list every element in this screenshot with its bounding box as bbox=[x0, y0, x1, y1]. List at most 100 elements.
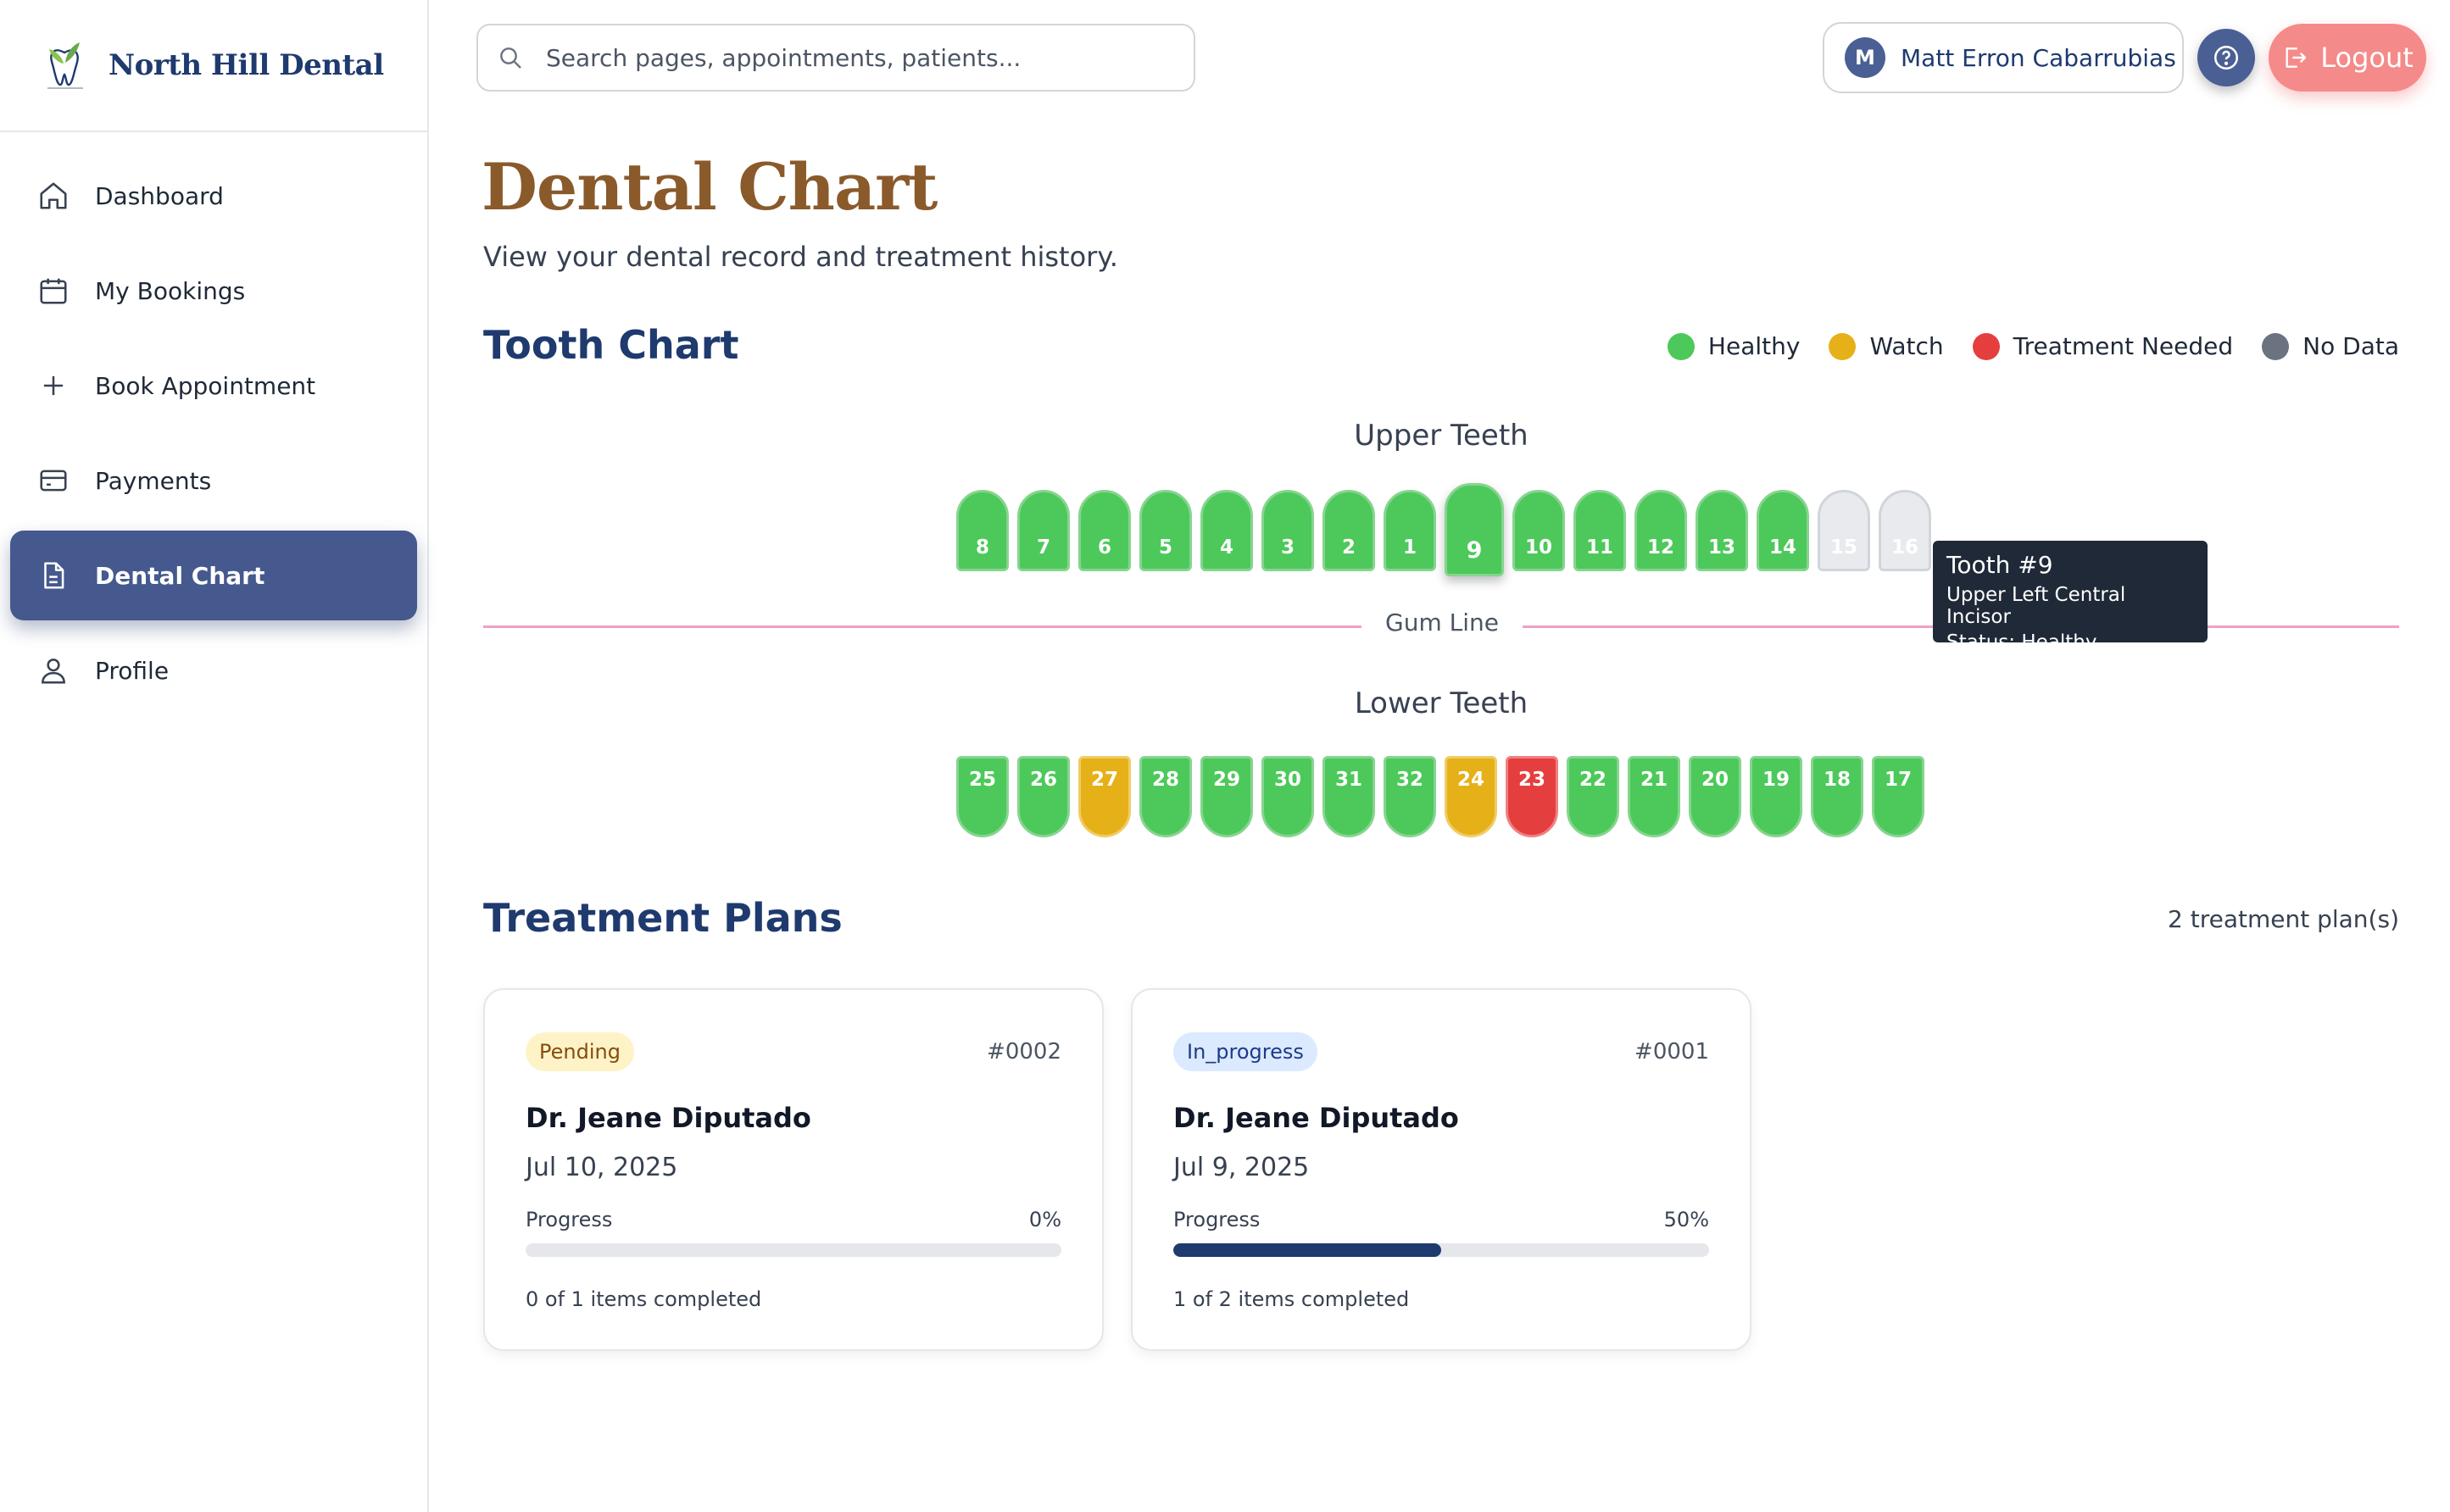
tooltip-tooth-name: Upper Left Central Incisor bbox=[1946, 584, 2126, 628]
plan-date: Jul 9, 2025 bbox=[1173, 1153, 1310, 1182]
tooth-14[interactable]: 14 bbox=[1757, 490, 1809, 571]
progress-percent: 50% bbox=[1663, 1208, 1709, 1231]
help-icon bbox=[2213, 45, 2239, 70]
tooth-2[interactable]: 2 bbox=[1322, 490, 1375, 571]
plan-doctor: Dr. Jeane Diputado bbox=[1173, 1102, 1459, 1134]
search-bar[interactable] bbox=[476, 24, 1195, 92]
calendar-icon bbox=[37, 275, 70, 307]
legend-label: Treatment Needed bbox=[2013, 332, 2234, 360]
sidebar-nav: Dashboard My Bookings Book Appointment P… bbox=[0, 151, 427, 715]
items-completed: 0 of 1 items completed bbox=[526, 1287, 762, 1311]
tooth-26[interactable]: 26 bbox=[1017, 756, 1070, 837]
legend-dot bbox=[2262, 332, 2290, 360]
tooth-28[interactable]: 28 bbox=[1139, 756, 1192, 837]
treatment-plan-count: 2 treatment plan(s) bbox=[2168, 905, 2399, 933]
tooth-chart-legend: Healthy Watch Treatment Needed No Data bbox=[1639, 332, 2399, 360]
legend-dot bbox=[1667, 332, 1695, 360]
sidebar-item-book-appointment[interactable]: Book Appointment bbox=[10, 341, 417, 431]
sidebar-item-dental-chart[interactable]: Dental Chart bbox=[10, 531, 417, 620]
tooth-3[interactable]: 3 bbox=[1261, 490, 1314, 571]
legend-item-watch: Watch bbox=[1829, 332, 1944, 360]
tooth-16[interactable]: 16 bbox=[1879, 490, 1931, 571]
tooth-11[interactable]: 11 bbox=[1573, 490, 1626, 571]
sidebar-item-payments[interactable]: Payments bbox=[10, 436, 417, 525]
tooth-32[interactable]: 32 bbox=[1384, 756, 1436, 837]
tooth-15[interactable]: 15 bbox=[1818, 490, 1870, 571]
tooth-9[interactable]: 9 bbox=[1445, 483, 1504, 576]
tooth-6[interactable]: 6 bbox=[1078, 490, 1131, 571]
tooth-27[interactable]: 27 bbox=[1078, 756, 1131, 837]
treatment-plan-card[interactable]: Pending #0002 Dr. Jeane Diputado Jul 10,… bbox=[483, 988, 1104, 1351]
logout-button[interactable]: Logout bbox=[2269, 24, 2426, 92]
tooth-8[interactable]: 8 bbox=[956, 490, 1009, 571]
plan-id: #0001 bbox=[1634, 1039, 1709, 1065]
tooth-31[interactable]: 31 bbox=[1322, 756, 1375, 837]
card-icon bbox=[37, 464, 70, 497]
help-button[interactable] bbox=[2197, 29, 2255, 86]
document-icon bbox=[37, 559, 70, 592]
tooth-19[interactable]: 19 bbox=[1750, 756, 1802, 837]
tooth-21[interactable]: 21 bbox=[1628, 756, 1680, 837]
brand-name: North Hill Dental bbox=[109, 48, 384, 82]
tooltip-title: Tooth #9 bbox=[1946, 551, 2053, 579]
sidebar-item-profile[interactable]: Profile bbox=[10, 625, 417, 715]
upper-teeth-label: Upper Teeth bbox=[1354, 419, 1528, 453]
tooltip-status: Status: Healthy bbox=[1946, 631, 2097, 653]
plan-doctor: Dr. Jeane Diputado bbox=[526, 1102, 811, 1134]
tooth-20[interactable]: 20 bbox=[1689, 756, 1741, 837]
tooth-10[interactable]: 10 bbox=[1512, 490, 1565, 571]
plus-icon bbox=[37, 370, 70, 402]
tooth-13[interactable]: 13 bbox=[1696, 490, 1748, 571]
tooth-22[interactable]: 22 bbox=[1567, 756, 1619, 837]
tooth-29[interactable]: 29 bbox=[1200, 756, 1253, 837]
user-name: Matt Erron Cabarrubias bbox=[1901, 43, 2176, 72]
tooth-5[interactable]: 5 bbox=[1139, 490, 1192, 571]
tooth-17[interactable]: 17 bbox=[1872, 756, 1924, 837]
sidebar-item-label: Book Appointment bbox=[95, 371, 316, 400]
logout-label: Logout bbox=[2320, 42, 2414, 74]
progress-fill bbox=[1173, 1243, 1441, 1257]
legend-item-treatment-needed: Treatment Needed bbox=[1972, 332, 2234, 360]
page-subtitle: View your dental record and treatment hi… bbox=[483, 241, 1118, 273]
tooth-12[interactable]: 12 bbox=[1634, 490, 1687, 571]
legend-item-no-data: No Data bbox=[2262, 332, 2399, 360]
tooth-leaf-logo-icon bbox=[47, 42, 83, 89]
legend-label: Watch bbox=[1869, 332, 1944, 360]
user-icon bbox=[37, 654, 70, 687]
progress-header: Progress 50% bbox=[1173, 1208, 1709, 1231]
tooth-25[interactable]: 25 bbox=[956, 756, 1009, 837]
plan-date: Jul 10, 2025 bbox=[526, 1153, 678, 1182]
sidebar-item-label: Payments bbox=[95, 466, 212, 495]
sidebar-item-my-bookings[interactable]: My Bookings bbox=[10, 246, 417, 336]
status-badge: Pending bbox=[526, 1032, 634, 1071]
upper-teeth-row: 8 7 6 5 4 3 2 1 9 10 11 12 13 14 15 16 bbox=[956, 483, 1940, 576]
tooth-1[interactable]: 1 bbox=[1384, 490, 1436, 571]
tooth-tooltip: Tooth #9 Upper Left Central Incisor Stat… bbox=[1933, 541, 2208, 653]
sidebar-item-label: Profile bbox=[95, 656, 170, 685]
tooth-chart-title: Tooth Chart bbox=[483, 322, 739, 368]
legend-label: No Data bbox=[2302, 332, 2399, 360]
sidebar-item-label: My Bookings bbox=[95, 276, 246, 305]
home-icon bbox=[37, 180, 70, 212]
progress-percent: 0% bbox=[1028, 1208, 1061, 1231]
tooth-18[interactable]: 18 bbox=[1811, 756, 1863, 837]
legend-item-healthy: Healthy bbox=[1667, 332, 1800, 360]
user-menu[interactable]: M Matt Erron Cabarrubias bbox=[1823, 22, 2184, 93]
tooth-30[interactable]: 30 bbox=[1261, 756, 1314, 837]
treatment-plan-card[interactable]: In_progress #0001 Dr. Jeane Diputado Jul… bbox=[1131, 988, 1751, 1351]
status-badge: In_progress bbox=[1173, 1032, 1317, 1071]
sidebar-item-dashboard[interactable]: Dashboard bbox=[10, 151, 417, 241]
search-input[interactable] bbox=[546, 43, 1156, 72]
tooth-4[interactable]: 4 bbox=[1200, 490, 1253, 571]
tooth-7[interactable]: 7 bbox=[1017, 490, 1070, 571]
tooth-23[interactable]: 23 bbox=[1506, 756, 1558, 837]
legend-dot bbox=[1829, 332, 1857, 360]
treatment-plans-title: Treatment Plans bbox=[483, 895, 843, 941]
brand[interactable]: North Hill Dental bbox=[0, 0, 427, 132]
sidebar: North Hill Dental Dashboard My Bookings … bbox=[0, 0, 429, 1512]
progress-label: Progress bbox=[1173, 1208, 1261, 1231]
tooth-24[interactable]: 24 bbox=[1445, 756, 1497, 837]
lower-teeth-label: Lower Teeth bbox=[1354, 687, 1528, 720]
logout-icon bbox=[2286, 47, 2307, 68]
items-completed: 1 of 2 items completed bbox=[1173, 1287, 1410, 1311]
